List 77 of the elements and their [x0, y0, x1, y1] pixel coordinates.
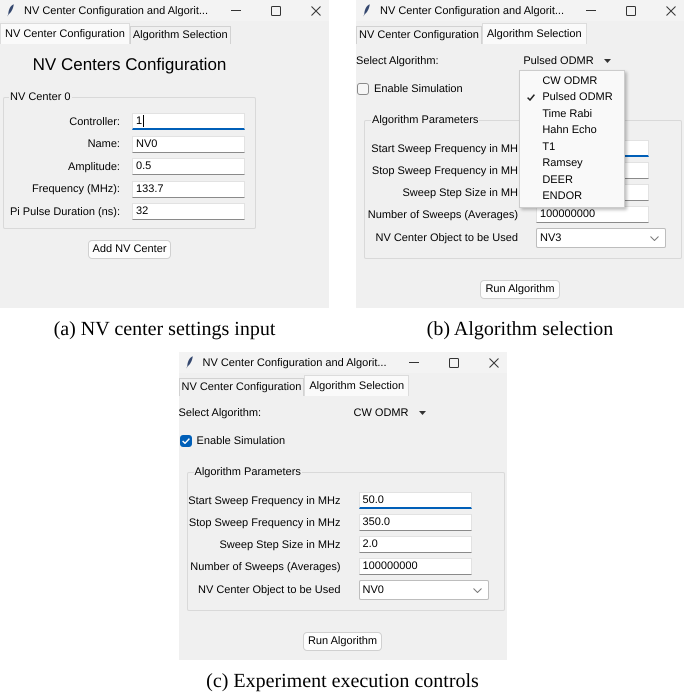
- feather-icon: [7, 4, 14, 17]
- field-label: Sweep Step Size in MHz: [219, 538, 340, 552]
- caret-icon: [418, 411, 426, 415]
- field-label: Start Sweep Frequency in MHz: [188, 494, 340, 508]
- field-label: Pi Pulse Duration (ns):: [10, 204, 120, 218]
- field-label: Stop Sweep Frequency in MH: [372, 164, 518, 178]
- feather-icon: [186, 356, 192, 369]
- menu-item[interactable]: ENDOR: [520, 188, 624, 205]
- tab[interactable]: Algorithm Selection: [304, 375, 410, 396]
- chevron-down-icon: [472, 588, 482, 592]
- field-label: Amplitude:: [68, 160, 120, 174]
- checkbox[interactable]: [180, 435, 192, 447]
- input-field[interactable]: NV0: [132, 136, 245, 152]
- close-icon[interactable]: [311, 6, 321, 16]
- menu-item[interactable]: DEER: [520, 172, 624, 188]
- checkbox-label: Enable Simulation: [196, 434, 286, 448]
- run-button[interactable]: Run Algorithm: [302, 632, 382, 651]
- field-label: Stop Sweep Frequency in MHz: [188, 516, 340, 530]
- group-title: Algorithm Parameters: [371, 113, 480, 127]
- field-label: Select Algorithm:: [356, 54, 439, 68]
- window-title: NV Center Configuration and Algorit...: [24, 4, 208, 18]
- checkmark-icon: [182, 438, 190, 444]
- dropdown-button[interactable]: CW ODMR: [350, 404, 430, 422]
- run-button[interactable]: Run Algorithm: [480, 280, 560, 299]
- menu-item[interactable]: Pulsed ODMR: [520, 90, 624, 106]
- add-button[interactable]: Add NV Center: [88, 240, 172, 259]
- field-label: Number of Sweeps (Averages): [190, 560, 340, 574]
- tab[interactable]: NV Center Configuration: [178, 378, 304, 396]
- maximize-icon[interactable]: [271, 6, 281, 16]
- field-label: Number of Sweeps (Averages): [368, 208, 518, 222]
- group-title: NV Center 0: [9, 90, 72, 104]
- tab[interactable]: Algorithm Selection: [130, 26, 231, 44]
- menu-item[interactable]: Time Rabi: [520, 106, 624, 122]
- tab[interactable]: Algorithm Selection: [482, 23, 587, 44]
- field-label: Controller:: [69, 114, 120, 128]
- figure-caption: (c) Experiment execution controls: [206, 671, 479, 691]
- field-label: Name:: [88, 137, 120, 151]
- checkbox-label: Enable Simulation: [374, 82, 463, 96]
- chevron-down-icon: [650, 236, 659, 240]
- window-title: NV Center Configuration and Algorit...: [380, 4, 564, 18]
- input-field[interactable]: 1: [132, 113, 245, 130]
- heading: NV Centers Configuration: [32, 54, 226, 76]
- field-label: NV Center Object to be Used: [376, 231, 518, 245]
- input-field[interactable]: 133.7: [132, 180, 245, 198]
- input-field[interactable]: 100000000: [358, 558, 472, 575]
- input-field[interactable]: 32: [132, 203, 245, 220]
- tab[interactable]: NV Center Configuration: [356, 26, 482, 44]
- maximize-icon[interactable]: [448, 358, 458, 368]
- feather-icon: [363, 4, 370, 17]
- menu-item[interactable]: T1: [520, 139, 624, 156]
- input-field[interactable]: 100000000: [536, 206, 649, 223]
- close-icon[interactable]: [666, 6, 676, 16]
- combobox[interactable]: NV3: [536, 228, 666, 248]
- checkbox[interactable]: [357, 83, 369, 95]
- minimize-icon[interactable]: [408, 362, 418, 363]
- field-label: Frequency (MHz):: [32, 182, 120, 196]
- input-field[interactable]: 50.0: [358, 492, 472, 509]
- figure-caption: (a) NV center settings input: [54, 319, 276, 339]
- tab[interactable]: NV Center Configuration: [0, 23, 130, 44]
- menu-item[interactable]: Ramsey: [520, 156, 624, 172]
- maximize-icon[interactable]: [626, 6, 636, 16]
- combobox[interactable]: NV0: [358, 580, 488, 600]
- close-icon[interactable]: [488, 358, 498, 368]
- field-label: Select Algorithm:: [178, 406, 262, 420]
- menu-item[interactable]: Hahn Echo: [520, 122, 624, 139]
- input-field[interactable]: 2.0: [358, 536, 472, 553]
- field-label: Start Sweep Frequency in MH: [371, 142, 518, 156]
- field-label: NV Center Object to be Used: [198, 583, 340, 597]
- group-title: Algorithm Parameters: [194, 465, 302, 479]
- menu-item[interactable]: CW ODMR: [520, 73, 624, 90]
- input-field[interactable]: 0.5: [132, 158, 245, 175]
- input-field[interactable]: 350.0: [358, 514, 472, 531]
- caret-icon: [604, 59, 611, 63]
- field-label: Sweep Step Size in MH: [402, 186, 518, 200]
- window-title: NV Center Configuration and Algorit...: [202, 356, 387, 370]
- dropdown-button[interactable]: Pulsed ODMR: [519, 52, 615, 70]
- figure-caption: (b) Algorithm selection: [426, 319, 614, 339]
